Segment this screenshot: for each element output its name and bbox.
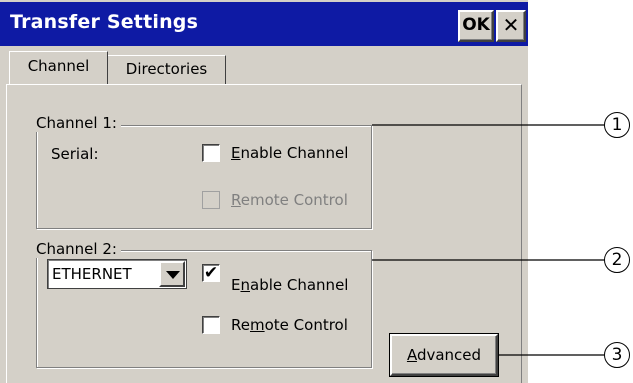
callout-2: 2 — [604, 247, 630, 273]
callout-1: 1 — [604, 112, 630, 138]
callout-3: 3 — [604, 342, 630, 368]
callout-lines — [372, 124, 604, 356]
